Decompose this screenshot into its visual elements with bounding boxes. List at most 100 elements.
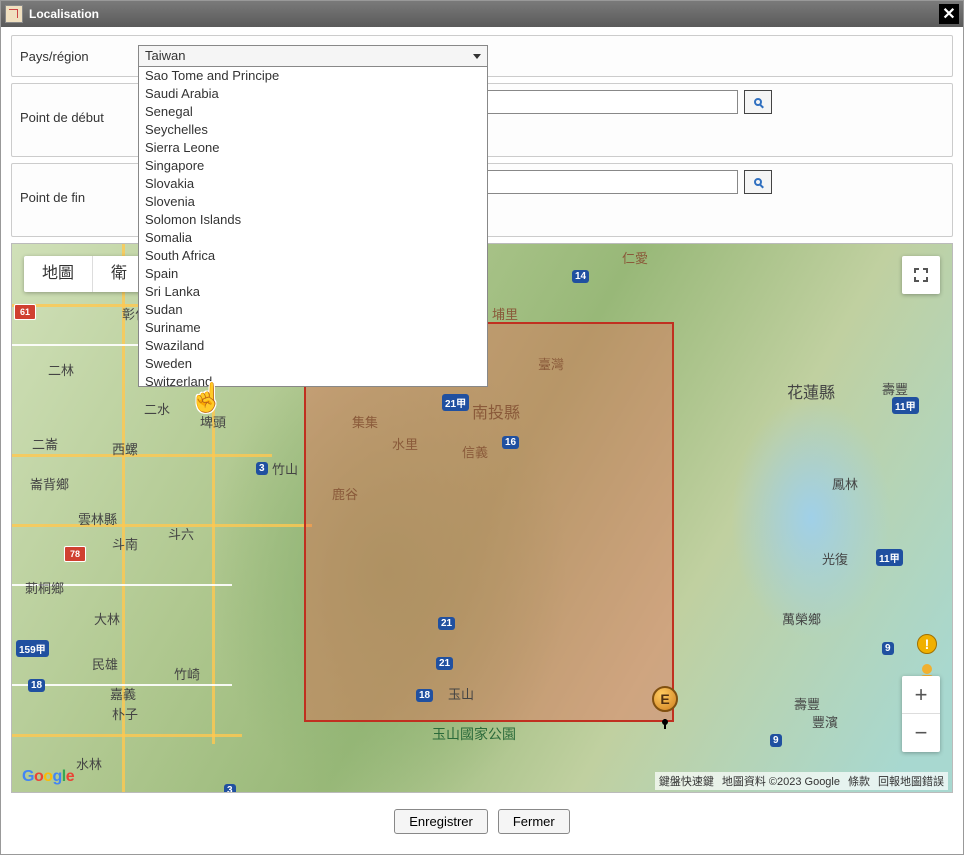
dropdown-option[interactable]: South Africa — [139, 247, 487, 265]
attrib-terms[interactable]: 條款 — [848, 773, 870, 789]
map-place-label: 玉山 — [448, 684, 474, 703]
hwy-badge: 11甲 — [892, 397, 919, 414]
hwy-badge: 159甲 — [16, 640, 49, 657]
hwy-badge: 18 — [416, 689, 433, 702]
search-icon — [754, 98, 762, 106]
dropdown-option[interactable]: Seychelles — [139, 121, 487, 139]
fullscreen-icon — [913, 267, 929, 283]
google-logo: Google — [22, 768, 74, 786]
attrib-data: 地圖資料 ©2023 Google — [722, 773, 840, 789]
hwy-badge: 9 — [770, 734, 782, 747]
map-place-label: 臺灣 — [538, 354, 564, 373]
dropdown-option[interactable]: Solomon Islands — [139, 211, 487, 229]
dropdown-option[interactable]: Singapore — [139, 157, 487, 175]
map-place-label: 仁愛 — [622, 248, 648, 267]
dropdown-option[interactable]: Slovenia — [139, 193, 487, 211]
save-button[interactable]: Enregistrer — [394, 809, 488, 834]
map-place-label: 嘉義 — [110, 684, 136, 703]
end-address-search-button[interactable] — [744, 170, 772, 194]
hwy-shield: 61 — [14, 304, 36, 320]
app-icon — [5, 5, 23, 23]
map-place-label: 壽豐 — [794, 694, 820, 713]
end-label: Point de fin — [20, 170, 130, 205]
map-place-label: 竹崎 — [174, 664, 200, 683]
hwy-badge: 9 — [882, 642, 894, 655]
country-dropdown[interactable]: Sao Tome and PrincipeSaudi ArabiaSenegal… — [138, 67, 488, 387]
dropdown-option[interactable]: Saudi Arabia — [139, 85, 487, 103]
map-place-label: 萬榮鄉 — [782, 609, 821, 628]
dropdown-option[interactable]: Suriname — [139, 319, 487, 337]
dropdown-option[interactable]: Sri Lanka — [139, 283, 487, 301]
map-place-label: 水里 — [392, 434, 418, 453]
map-type-tabs: 地圖 衛 — [24, 256, 145, 292]
hwy-shield: 78 — [64, 546, 86, 562]
zoom-out-button[interactable]: − — [902, 714, 940, 752]
map-place-label: 鳳林 — [832, 474, 858, 493]
dropdown-option[interactable]: Swaziland — [139, 337, 487, 355]
warning-badge[interactable]: ! — [917, 634, 937, 654]
zoom-in-button[interactable]: + — [902, 676, 940, 714]
localisation-dialog: Localisation ✕ Pays/région Taiwan Sao To… — [0, 0, 964, 855]
country-select-display[interactable]: Taiwan — [138, 45, 488, 67]
map-place-label: 光復 — [822, 549, 848, 568]
map-attribution: 鍵盤快速鍵 地圖資料 ©2023 Google 條款 回報地圖錯誤 — [655, 772, 948, 790]
map-place-label: 民雄 — [92, 654, 118, 673]
map-place-label: 竹山 — [272, 459, 298, 478]
map-place-label: 埔里 — [492, 304, 518, 323]
map-place-label: 集集 — [352, 412, 378, 431]
attrib-report[interactable]: 回報地圖錯誤 — [878, 773, 944, 789]
hwy-badge: 14 — [572, 270, 589, 283]
map-place-label: 埤頭 — [200, 412, 226, 431]
fullscreen-button[interactable] — [902, 256, 940, 294]
dropdown-option[interactable]: Switzerland — [139, 373, 487, 387]
map-place-label: 朴子 — [112, 704, 138, 723]
dropdown-option[interactable]: Sao Tome and Principe — [139, 67, 487, 85]
map-place-label: 斗南 — [112, 534, 138, 553]
map-place-label: 壽豐 — [882, 379, 908, 398]
dropdown-option[interactable]: Slovakia — [139, 175, 487, 193]
close-button[interactable]: Fermer — [498, 809, 570, 834]
marker-tail — [664, 719, 666, 729]
map-place-label: 鹿谷 — [332, 484, 358, 503]
tab-map[interactable]: 地圖 — [24, 256, 93, 292]
map-place-label: 南投縣 — [472, 399, 520, 423]
start-address-search-button[interactable] — [744, 90, 772, 114]
map-place-label: 花蓮縣 — [787, 379, 835, 403]
map-place-label: 雲林縣 — [78, 509, 117, 528]
dropdown-option[interactable]: Senegal — [139, 103, 487, 121]
hwy-badge: 21甲 — [442, 394, 469, 411]
map-place-label: 水林 — [76, 754, 102, 773]
attrib-shortcuts[interactable]: 鍵盤快速鍵 — [659, 773, 714, 789]
map-place-label: 二水 — [144, 399, 170, 418]
end-marker[interactable]: E — [652, 686, 678, 720]
country-select[interactable]: Taiwan Sao Tome and PrincipeSaudi Arabia… — [138, 45, 488, 67]
hwy-badge: 11甲 — [876, 549, 903, 566]
map-place-label: 豐濱 — [812, 712, 838, 731]
hwy-badge: 3 — [224, 784, 236, 793]
hwy-badge: 18 — [28, 679, 45, 692]
marker-pin: E — [652, 686, 678, 712]
map-place-label: 二林 — [48, 360, 74, 379]
map-place-label: 二崙 — [32, 434, 58, 453]
map-place-label: 玉山國家公園 — [432, 724, 516, 744]
dropdown-option[interactable]: Spain — [139, 265, 487, 283]
map-place-label: 大林 — [94, 609, 120, 628]
hwy-badge: 16 — [502, 436, 519, 449]
dropdown-option[interactable]: Sweden — [139, 355, 487, 373]
hwy-badge: 21 — [438, 617, 455, 630]
window-title: Localisation — [29, 7, 99, 21]
hwy-badge: 21 — [436, 657, 453, 670]
content-area: Pays/région Taiwan Sao Tome and Principe… — [1, 27, 963, 854]
dropdown-option[interactable]: Somalia — [139, 229, 487, 247]
dropdown-option[interactable]: Sierra Leone — [139, 139, 487, 157]
titlebar: Localisation ✕ — [1, 1, 963, 27]
country-label: Pays/région — [20, 49, 130, 64]
close-icon[interactable]: ✕ — [939, 4, 959, 24]
map-place-label: 斗六 — [168, 524, 194, 543]
zoom-control: + − — [902, 676, 940, 752]
dropdown-option[interactable]: Sudan — [139, 301, 487, 319]
country-group: Pays/région Taiwan Sao Tome and Principe… — [11, 35, 953, 77]
map-place-label: 莿桐鄉 — [25, 578, 64, 597]
start-label: Point de début — [20, 90, 130, 125]
map-place-label: 崙背鄉 — [30, 474, 69, 493]
